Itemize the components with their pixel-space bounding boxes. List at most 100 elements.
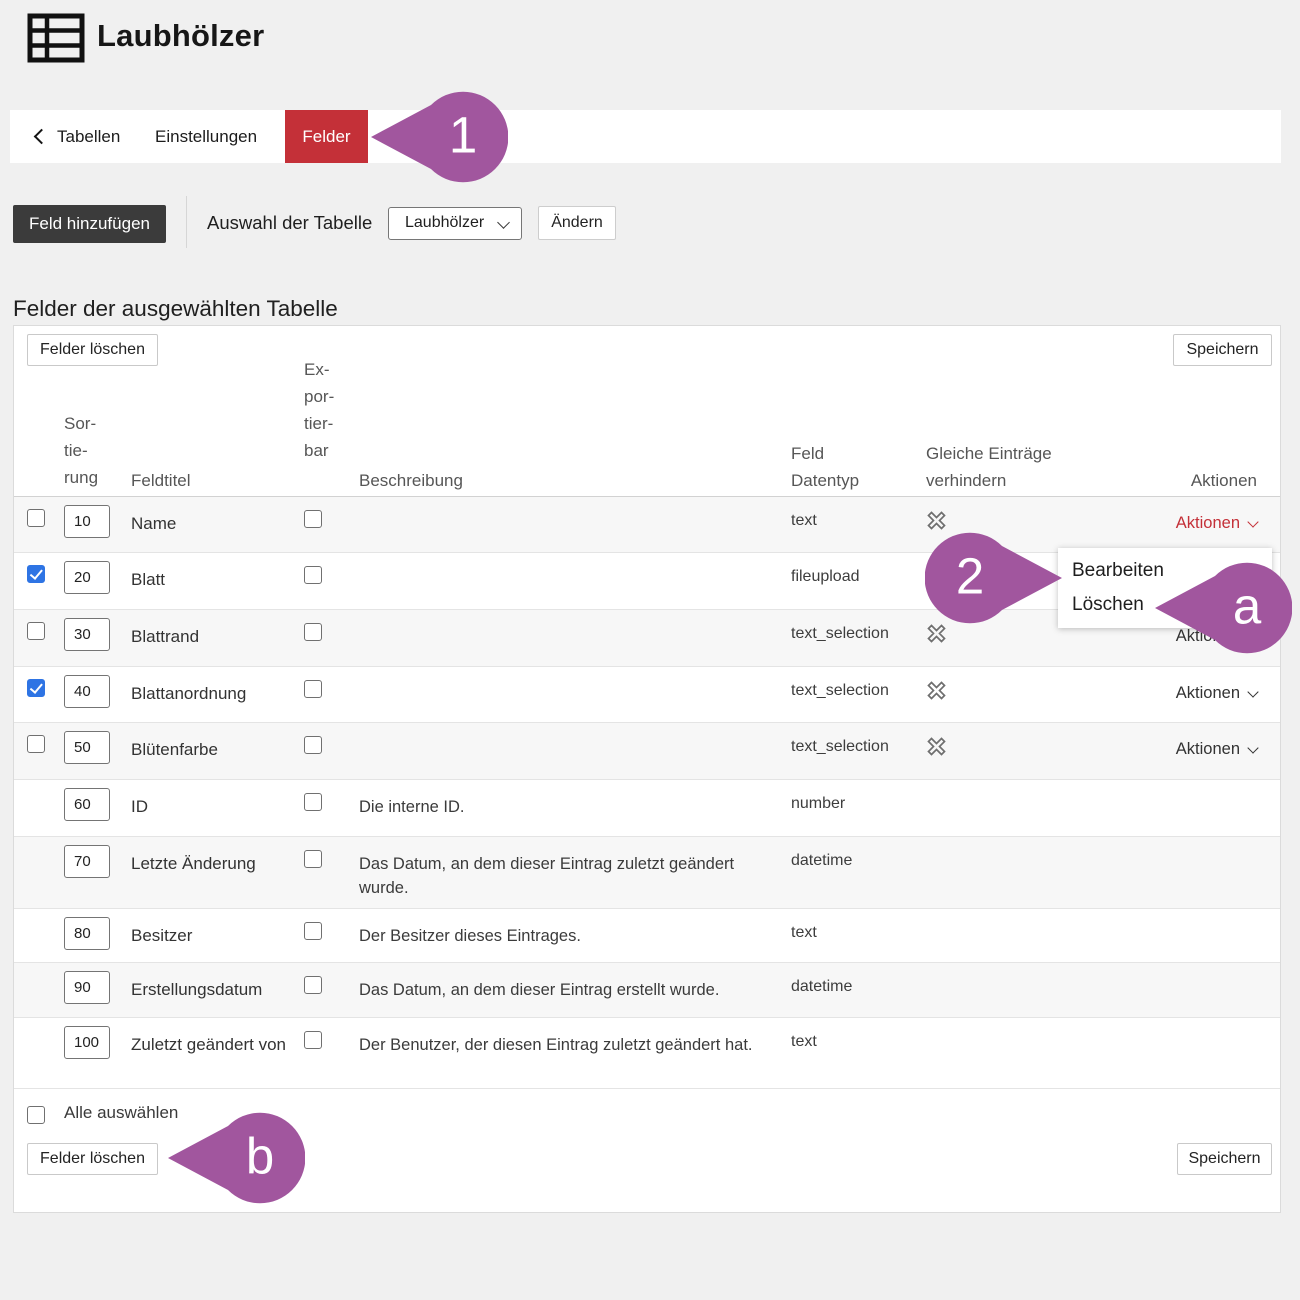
field-description: Das Datum, an dem dieser Eintrag zuletzt… <box>359 852 767 900</box>
exportable-checkbox[interactable] <box>304 793 322 811</box>
row-select-checkbox[interactable] <box>27 565 45 583</box>
table-row-letzte-aenderung: Letzte Änderung Das Datum, an dem dieser… <box>14 837 1280 909</box>
sort-order-input[interactable] <box>64 505 110 538</box>
exportable-checkbox[interactable] <box>304 736 322 754</box>
row-select-checkbox[interactable] <box>27 622 45 640</box>
callout-2-label: 2 <box>956 550 984 601</box>
callout-b: b <box>165 1110 305 1206</box>
actions-link[interactable]: Aktionen <box>1176 684 1257 703</box>
chevron-down-icon <box>497 216 510 229</box>
field-title: Letzte Änderung <box>131 852 291 876</box>
sort-order-input[interactable] <box>64 788 110 821</box>
change-table-button[interactable]: Ändern <box>538 206 616 240</box>
delete-fields-button-top[interactable]: Felder löschen <box>27 334 158 366</box>
prevent-duplicates-icon <box>924 734 949 764</box>
prevent-duplicates-icon <box>924 678 949 708</box>
exportable-checkbox[interactable] <box>304 922 322 940</box>
field-datatype: text_selection <box>791 682 889 700</box>
field-description: Die interne ID. <box>359 795 767 819</box>
delete-fields-button-bottom[interactable]: Felder löschen <box>27 1143 158 1175</box>
sort-order-input[interactable] <box>64 618 110 651</box>
field-title: Blütenfarbe <box>131 738 291 762</box>
toolbar-divider <box>186 196 187 248</box>
chevron-down-icon <box>1247 516 1258 527</box>
callout-1-label: 1 <box>449 109 477 160</box>
column-header-aktionen: Aktionen <box>1191 467 1257 494</box>
field-description: Das Datum, an dem dieser Eintrag erstell… <box>359 978 767 1002</box>
field-title: Blattrand <box>131 625 291 649</box>
exportable-checkbox[interactable] <box>304 850 322 868</box>
chevron-left-icon <box>34 129 50 145</box>
field-datatype: text <box>791 1033 817 1051</box>
actions-link[interactable]: Aktionen <box>1176 740 1257 759</box>
sort-order-input[interactable] <box>64 731 110 764</box>
column-header-beschreibung: Beschreibung <box>359 467 463 494</box>
row-select-checkbox[interactable] <box>27 735 45 753</box>
back-link-label: Tabellen <box>57 127 120 147</box>
field-title: ID <box>131 795 291 819</box>
sort-order-input[interactable] <box>64 971 110 1004</box>
exportable-checkbox[interactable] <box>304 1031 322 1049</box>
back-to-tables-link[interactable]: Tabellen <box>36 124 120 149</box>
field-datatype: text <box>791 512 817 530</box>
chevron-down-icon <box>1247 686 1258 697</box>
callout-b-label: b <box>246 1130 274 1181</box>
row-select-checkbox[interactable] <box>27 509 45 527</box>
column-header-feldtitel: Feldtitel <box>131 467 191 494</box>
select-all-label: Alle auswählen <box>64 1103 178 1123</box>
field-datatype: text_selection <box>791 738 889 756</box>
table-select-dropdown[interactable]: Laubhölzer <box>388 207 522 240</box>
field-datatype: fileupload <box>791 568 860 586</box>
field-datatype: number <box>791 795 845 813</box>
table-icon <box>27 13 85 68</box>
page-title: Laubhölzer <box>97 18 264 54</box>
sort-order-input[interactable] <box>64 561 110 594</box>
field-description: Der Besitzer dieses Eintrages. <box>359 924 767 948</box>
table-select-value: Laubhölzer <box>405 214 484 232</box>
table-row-zuletzt-geaendert-von: Zuletzt geändert von Der Benutzer, der d… <box>14 1018 1280 1089</box>
sort-order-input[interactable] <box>64 917 110 950</box>
save-button-top[interactable]: Speichern <box>1173 334 1272 366</box>
field-description: Der Benutzer, der diesen Eintrag zuletzt… <box>359 1033 767 1057</box>
sort-order-input[interactable] <box>64 1026 110 1059</box>
column-header-gleiche-eintraege: Gleiche Einträge verhindern <box>926 440 1052 494</box>
callout-2: 2 <box>925 530 1065 626</box>
select-all-checkbox[interactable] <box>27 1106 45 1124</box>
save-button-bottom[interactable]: Speichern <box>1177 1143 1272 1175</box>
fields-table: Felder löschen Speichern Sor- tie- rung … <box>13 325 1281 1213</box>
field-datatype: text_selection <box>791 625 889 643</box>
table-row-erstellungsdatum: Erstellungsdatum Das Datum, an dem diese… <box>14 963 1280 1018</box>
exportable-checkbox[interactable] <box>304 976 322 994</box>
actions-link[interactable]: Aktionen <box>1176 514 1257 533</box>
nav-bar: Tabellen Einstellungen Felder <box>10 110 1281 163</box>
section-title: Felder der ausgewählten Tabelle <box>13 296 338 322</box>
field-datatype: text <box>791 924 817 942</box>
field-title: Zuletzt geändert von <box>131 1033 291 1057</box>
callout-1: 1 <box>368 89 508 185</box>
table-select-label: Auswahl der Tabelle <box>207 212 372 234</box>
table-row-blattanordnung: Blattanordnung text_selection Aktionen <box>14 667 1280 723</box>
callout-a-label: a <box>1233 580 1261 631</box>
field-title: Blattanordnung <box>131 682 291 706</box>
field-title: Name <box>131 512 291 536</box>
field-title: Blatt <box>131 568 291 592</box>
exportable-checkbox[interactable] <box>304 623 322 641</box>
add-field-button[interactable]: Feld hinzufügen <box>13 205 166 243</box>
chevron-down-icon <box>1247 742 1258 753</box>
exportable-checkbox[interactable] <box>304 566 322 584</box>
exportable-checkbox[interactable] <box>304 510 322 528</box>
exportable-checkbox[interactable] <box>304 680 322 698</box>
table-row-id: ID Die interne ID. number <box>14 780 1280 837</box>
column-header-sortierung: Sor- tie- rung <box>64 410 98 491</box>
field-datatype: datetime <box>791 978 852 996</box>
tab-felder[interactable]: Felder <box>285 110 368 163</box>
column-header-exportierbar: Ex- por- tier- bar <box>304 356 334 464</box>
row-select-checkbox[interactable] <box>27 679 45 697</box>
table-row-bluetenfarbe: Blütenfarbe text_selection Aktionen <box>14 723 1280 780</box>
sort-order-input[interactable] <box>64 675 110 708</box>
sort-order-input[interactable] <box>64 845 110 878</box>
tab-einstellungen[interactable]: Einstellungen <box>155 124 257 149</box>
field-title: Besitzer <box>131 924 291 948</box>
column-header-datentyp: Feld Datentyp <box>791 440 859 494</box>
table-row-besitzer: Besitzer Der Besitzer dieses Eintrages. … <box>14 909 1280 963</box>
